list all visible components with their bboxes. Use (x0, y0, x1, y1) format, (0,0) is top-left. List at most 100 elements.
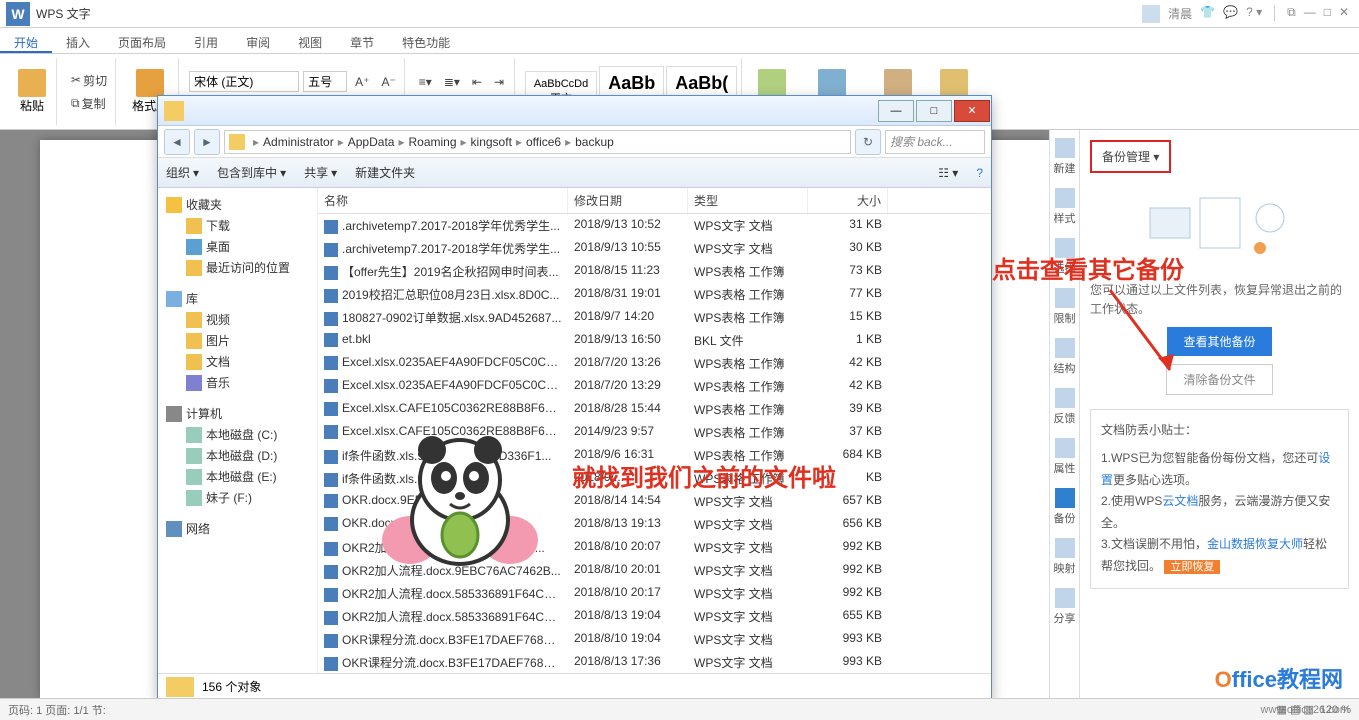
strip-restrict[interactable]: 限制 (1054, 288, 1076, 326)
file-row[interactable]: et.bkl2018/9/13 16:50BKL 文件1 KB (318, 329, 991, 352)
nav-forward-icon[interactable]: ► (194, 129, 220, 155)
file-row[interactable]: 2019校招汇总职位08月23日.xlsx.8D0C...2018/8/31 1… (318, 283, 991, 306)
sidebar-desktop[interactable]: 桌面 (162, 236, 313, 257)
strip-map[interactable]: 映射 (1054, 538, 1076, 576)
sidebar-documents[interactable]: 文档 (162, 351, 313, 372)
strip-select[interactable]: 选择 (1054, 238, 1076, 276)
sidebar-disk-f[interactable]: 妹子 (F:) (162, 487, 313, 508)
sidebar-music[interactable]: 音乐 (162, 372, 313, 393)
file-row[interactable]: Excel.xlsx.CAFE105C0362RE88B8F692...2018… (318, 398, 991, 421)
app-titlebar: W WPS 文字 清晨 👕 💬 ? ▾ ⧉ — □ ✕ (0, 0, 1359, 28)
tab-layout[interactable]: 页面布局 (104, 28, 180, 53)
view-other-backups-button[interactable]: 查看其他备份 (1167, 327, 1271, 356)
close-icon[interactable]: ✕ (1339, 5, 1349, 23)
view-mode-icon[interactable]: ☷ ▾ (938, 166, 958, 180)
explorer-titlebar[interactable]: — □ ✕ (158, 96, 991, 126)
numbering-icon[interactable]: ≣▾ (440, 73, 464, 91)
sidebar-recent[interactable]: 最近访问的位置 (162, 257, 313, 278)
sidebar-disk-e[interactable]: 本地磁盘 (E:) (162, 466, 313, 487)
col-size[interactable]: 大小 (808, 188, 888, 213)
file-row[interactable]: .archivetemp7.2017-2018学年优秀学生...2018/9/1… (318, 214, 991, 237)
file-row[interactable]: OKR2加人流程.docx.585336891F64CA...2018/8/10… (318, 582, 991, 605)
recovery-link[interactable]: 金山数据恢复大师 (1207, 537, 1303, 551)
clear-backups-button[interactable]: 清除备份文件 (1166, 364, 1272, 395)
minimize-icon[interactable]: — (1304, 5, 1316, 23)
tab-view[interactable]: 视图 (284, 28, 336, 53)
copy-button[interactable]: ⧉复制 (67, 93, 111, 114)
popout-icon[interactable]: ⧉ (1287, 5, 1296, 23)
indent-inc-icon[interactable]: ⇥ (490, 73, 508, 91)
sidebar-videos[interactable]: 视频 (162, 309, 313, 330)
chat-icon[interactable]: 💬 (1223, 5, 1238, 23)
explorer-maximize-icon[interactable]: □ (916, 100, 952, 122)
col-date[interactable]: 修改日期 (568, 188, 688, 213)
file-row[interactable]: Excel.xlsx.0235AEF4A90FDCF05C0C54...2018… (318, 352, 991, 375)
col-name[interactable]: 名称 (318, 188, 568, 213)
tab-special[interactable]: 特色功能 (388, 28, 464, 53)
explorer-close-icon[interactable]: ✕ (954, 100, 990, 122)
file-row[interactable]: OKR2加人流程.docx.585336891F64CA...2018/8/13… (318, 605, 991, 628)
cloud-doc-link[interactable]: 云文档 (1162, 494, 1198, 508)
skin-icon[interactable]: 👕 (1200, 5, 1215, 23)
sidebar-disk-d[interactable]: 本地磁盘 (D:) (162, 445, 313, 466)
increase-font-icon[interactable]: A⁺ (351, 73, 373, 91)
file-row[interactable]: .archivetemp7.2017-2018学年优秀学生...2018/9/1… (318, 237, 991, 260)
recover-now-button[interactable]: 立即恢复 (1164, 560, 1220, 574)
file-row[interactable]: 180827-0902订单数据.xlsx.9AD452687...2018/9/… (318, 306, 991, 329)
file-row[interactable]: 【offer先生】2019名企秋招网申时间表...2018/8/15 11:23… (318, 260, 991, 283)
new-folder-button[interactable]: 新建文件夹 (355, 164, 415, 181)
tab-insert[interactable]: 插入 (52, 28, 104, 53)
libraries-group[interactable]: 库 (162, 288, 313, 309)
strip-props[interactable]: 属性 (1054, 438, 1076, 476)
sidebar-pictures[interactable]: 图片 (162, 330, 313, 351)
strip-feedback[interactable]: 反馈 (1054, 388, 1076, 426)
user-avatar-icon[interactable] (1142, 5, 1160, 23)
file-row[interactable]: OKR课程分流.docx.B3FE17DAEF7685E...2018/8/13… (318, 651, 991, 673)
network-group[interactable]: 网络 (162, 518, 313, 539)
col-type[interactable]: 类型 (688, 188, 808, 213)
computer-group[interactable]: 计算机 (162, 403, 313, 424)
tab-chapter[interactable]: 章节 (336, 28, 388, 53)
cut-button[interactable]: ✂剪切 (67, 70, 111, 91)
strip-share[interactable]: 分享 (1054, 588, 1076, 626)
sidebar-disk-c[interactable]: 本地磁盘 (C:) (162, 424, 313, 445)
bullets-icon[interactable]: ≡▾ (415, 73, 436, 91)
backup-info-text: 您可以通过以上文件列表，恢复异常退出之前的工作状态。 (1090, 281, 1349, 319)
file-row[interactable]: OKR.docx.....A179B...2018/8/13 19:13WPS文… (318, 513, 991, 536)
address-bar[interactable]: ▸Administrator ▸AppData ▸Roaming ▸kingso… (224, 130, 851, 154)
tab-reference[interactable]: 引用 (180, 28, 232, 53)
share-button[interactable]: 共享 ▾ (304, 164, 337, 181)
explorer-minimize-icon[interactable]: — (878, 100, 914, 122)
app-title: WPS 文字 (36, 5, 91, 22)
include-library-button[interactable]: 包含到库中 ▾ (217, 164, 286, 181)
file-row[interactable]: Excel.xlsx.0235AEF4A90FDCF05C0C54...2018… (318, 375, 991, 398)
indent-dec-icon[interactable]: ⇤ (468, 73, 486, 91)
file-row[interactable]: OKR课程分流.docx.B3FE17DAEF7685E...2018/8/10… (318, 628, 991, 651)
explorer-search-input[interactable]: 搜索 back... (885, 130, 985, 154)
file-row[interactable]: Excel.xlsx.CAFE105C0362RE88B8F692...2014… (318, 421, 991, 444)
help-icon[interactable]: ? (976, 166, 983, 180)
maximize-icon[interactable]: □ (1324, 5, 1331, 23)
nav-back-icon[interactable]: ◄ (164, 129, 190, 155)
refresh-icon[interactable]: ↻ (855, 129, 881, 155)
strip-backup[interactable]: 备份 (1054, 488, 1076, 526)
strip-style[interactable]: 样式 (1054, 188, 1076, 226)
decrease-font-icon[interactable]: A⁻ (377, 73, 399, 91)
backup-management-button[interactable]: 备份管理 ▾ (1090, 140, 1171, 173)
font-name-select[interactable]: 宋体 (正文) (189, 71, 299, 92)
font-size-select[interactable]: 五号 (303, 71, 347, 92)
tab-review[interactable]: 审阅 (232, 28, 284, 53)
file-row[interactable]: OKR.docx.9EBC....179B...2018/8/14 14:54W… (318, 490, 991, 513)
favorites-group[interactable]: 收藏夹 (162, 194, 313, 215)
help-icon[interactable]: ? ▾ (1246, 5, 1262, 23)
strip-new[interactable]: 新建 (1054, 138, 1076, 176)
paste-button[interactable]: 粘贴 (12, 67, 52, 116)
file-row[interactable]: if条件函数.xls.9EBC...336F1...2018/9/...WPS表… (318, 467, 991, 490)
file-row[interactable]: if条件函数.xls.9EBC76AC680D336F1...2018/9/6 … (318, 444, 991, 467)
organize-button[interactable]: 组织 ▾ (166, 164, 199, 181)
strip-structure[interactable]: 结构 (1054, 338, 1076, 376)
file-row[interactable]: OKR2加人流程.docx.3C76AC7462B...2018/8/10 20… (318, 536, 991, 559)
file-row[interactable]: OKR2加人流程.docx.9EBC76AC7462B...2018/8/10 … (318, 559, 991, 582)
sidebar-downloads[interactable]: 下载 (162, 215, 313, 236)
tab-start[interactable]: 开始 (0, 28, 52, 53)
